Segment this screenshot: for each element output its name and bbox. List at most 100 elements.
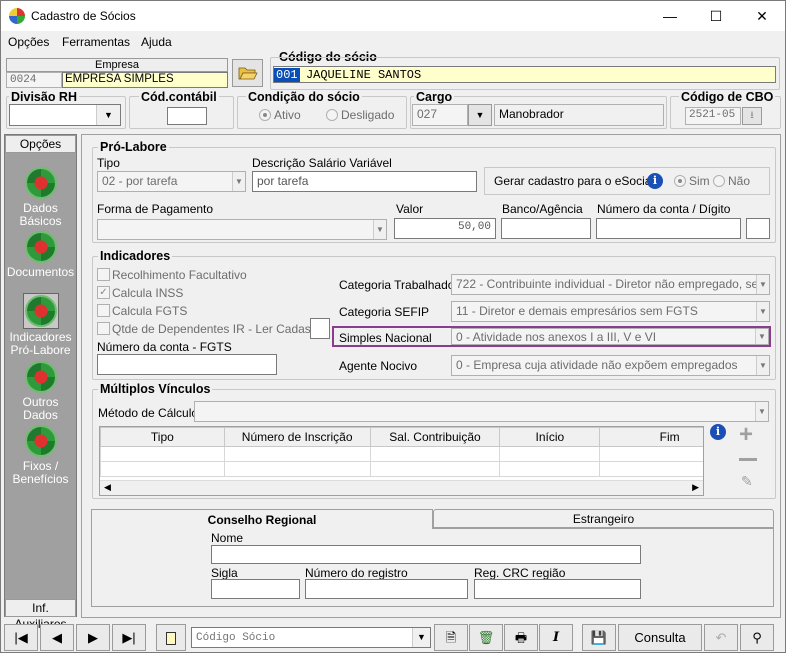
undo-button[interactable]: ↶ [704, 624, 738, 651]
table-row[interactable] [100, 446, 703, 462]
cat-trab-dropdown[interactable]: 722 - Contribuinte individual - Diretor … [451, 274, 770, 295]
digito-field[interactable] [746, 218, 770, 239]
table-row[interactable] [100, 461, 703, 477]
open-folder-button[interactable] [232, 59, 263, 87]
sidebar-item-dados-basicos[interactable]: Dados Básicos [5, 167, 76, 228]
cod-contabil-field[interactable] [167, 107, 207, 125]
conta-field[interactable] [596, 218, 741, 239]
empresa-name-field[interactable]: EMPRESA SIMPLES [62, 72, 228, 88]
radio-nao[interactable]: Não [713, 174, 750, 188]
close-button[interactable]: ✕ [739, 1, 785, 31]
delete-record-button[interactable]: 🗑 [469, 624, 503, 651]
empresa-code-field[interactable]: 0024 [6, 72, 62, 88]
info-icon[interactable]: i [710, 424, 726, 440]
radio-desligado[interactable]: Desligado [326, 108, 394, 122]
metodo-label: Método de Cálculo [98, 406, 199, 420]
metodo-dropdown[interactable]: ▼ [194, 401, 769, 422]
tab-estrangeiro[interactable]: Estrangeiro [433, 509, 774, 528]
radio-ativo[interactable]: Ativo [259, 108, 301, 122]
search-record-button[interactable]: 🗎 [434, 624, 468, 651]
sidebar-item-indicadores[interactable]: Indicadores Pró-Labore [5, 293, 76, 357]
cbo-lookup-button[interactable]: ⭳ [742, 107, 762, 125]
next-record-button[interactable]: ▶ [76, 624, 110, 651]
qtde-dependentes-field[interactable] [310, 318, 330, 339]
chevron-down-icon: ▼ [756, 275, 769, 294]
tab-conselho-regional[interactable]: Conselho Regional [91, 509, 433, 529]
radio-sim[interactable]: Sim [674, 174, 710, 188]
menu-ajuda[interactable]: Ajuda [141, 35, 172, 49]
agente-dropdown[interactable]: 0 - Empresa cuja atividade não expõem em… [451, 355, 770, 376]
recolhimento-checkbox[interactable] [97, 268, 110, 281]
minimize-button[interactable]: — [647, 1, 693, 31]
codigo-socio-input[interactable] [192, 628, 407, 647]
forma-label: Forma de Pagamento [97, 202, 214, 216]
save-button[interactable]: 💾 [582, 624, 616, 651]
empresa-header: Empresa [6, 58, 228, 72]
info-icon[interactable]: i [647, 173, 663, 189]
cargo-code-field[interactable]: 027 [412, 104, 468, 126]
horizontal-scrollbar[interactable]: ◀ ▶ [100, 480, 703, 495]
col-sal-contribuicao[interactable]: Sal. Contribuição [369, 427, 501, 447]
banco-field[interactable] [501, 218, 591, 239]
menu-ferramentas[interactable]: Ferramentas [62, 35, 130, 49]
valor-field[interactable]: 50,00 [394, 218, 496, 239]
cargo-dropdown-button[interactable]: ▼ [468, 104, 492, 126]
nome-field[interactable] [211, 545, 641, 564]
tipo-label: Tipo [97, 156, 120, 170]
sidebar-item-outros-dados[interactable]: Outros Dados [5, 361, 76, 422]
sigla-field[interactable] [211, 579, 300, 599]
italic-i-icon: I [552, 630, 560, 645]
save-icon: 💾 [590, 630, 608, 645]
consulta-button[interactable]: Consulta [618, 624, 702, 651]
add-icon[interactable]: + [739, 423, 753, 447]
remove-icon[interactable] [739, 458, 757, 461]
divisao-dropdown[interactable]: ▼ [9, 104, 121, 126]
codigo-socio-dropdown[interactable]: ▼ [191, 627, 431, 648]
socio-field[interactable]: 001 JAQUELINE SANTOS [273, 66, 776, 83]
chevron-down-icon[interactable]: ▼ [412, 628, 430, 647]
menu-opcoes[interactable]: Opções [8, 35, 49, 49]
sidebar-header: Opções [5, 135, 76, 153]
desc-field[interactable]: por tarefa [252, 171, 477, 192]
sidebar-footer[interactable]: Inf. Auxiliares [5, 599, 76, 631]
cbo-field[interactable]: 2521-05 [685, 107, 741, 125]
maximize-button[interactable]: ☐ [693, 1, 739, 31]
edit-pencil-icon[interactable]: ✎ [741, 473, 753, 490]
col-numero-inscricao[interactable]: Número de Inscrição [223, 427, 371, 447]
first-record-button[interactable]: |◀ [4, 624, 38, 651]
bottom-toolbar: |◀ ◀ ▶ ▶| ▼ 🗎 🗑 🖶 I 💾 Consulta ↶ ⚲ [4, 624, 782, 651]
calcula-inss-checkbox[interactable]: ✓ [97, 286, 110, 299]
cat-sefip-dropdown[interactable]: 11 - Diretor e demais empresários sem FG… [451, 301, 770, 322]
qtde-dependentes-checkbox[interactable] [97, 322, 110, 335]
agente-label: Agente Nocivo [339, 359, 418, 373]
arrow-down-icon: ⭳ [750, 110, 754, 121]
simples-label: Simples Nacional [339, 331, 432, 345]
col-fim[interactable]: Fim [599, 427, 703, 447]
chevron-down-icon: ▼ [755, 402, 768, 421]
col-inicio[interactable]: Início [499, 427, 601, 447]
new-record-button[interactable] [156, 624, 186, 651]
banco-label: Banco/Agência [502, 202, 583, 216]
scroll-right-icon[interactable]: ▶ [692, 482, 699, 493]
binoculars-button[interactable]: ⚲ [740, 624, 774, 651]
chevron-down-icon: ▼ [475, 110, 485, 120]
sidebar-item-fixos-beneficios[interactable]: Fixos / Benefícios [5, 425, 76, 486]
print-button[interactable]: 🖶 [504, 624, 538, 651]
scroll-left-icon[interactable]: ◀ [104, 482, 111, 493]
calcula-fgts-checkbox[interactable] [97, 304, 110, 317]
simples-dropdown[interactable]: 0 - Atividade nos anexos I a III, V e VI… [451, 328, 769, 345]
sidebar-item-documentos[interactable]: Documentos [5, 231, 76, 279]
conta-fgts-field[interactable] [97, 354, 277, 375]
info-button[interactable]: I [539, 624, 573, 651]
col-tipo[interactable]: Tipo [100, 427, 225, 447]
forma-dropdown[interactable]: ▼ [97, 219, 387, 240]
sidebar-item-label: Indicadores Pró-Labore [9, 330, 72, 357]
tipo-dropdown[interactable]: 02 - por tarefa ▼ [97, 171, 246, 192]
prev-record-button[interactable]: ◀ [40, 624, 74, 651]
chevron-down-icon[interactable]: ▼ [96, 105, 120, 125]
reg-crc-label: Reg. CRC região [474, 566, 566, 580]
numero-registro-field[interactable] [305, 579, 468, 599]
last-record-button[interactable]: ▶| [112, 624, 146, 651]
reg-crc-field[interactable] [474, 579, 641, 599]
vinculos-table-wrap: Tipo Número de Inscrição Sal. Contribuiç… [99, 426, 704, 496]
